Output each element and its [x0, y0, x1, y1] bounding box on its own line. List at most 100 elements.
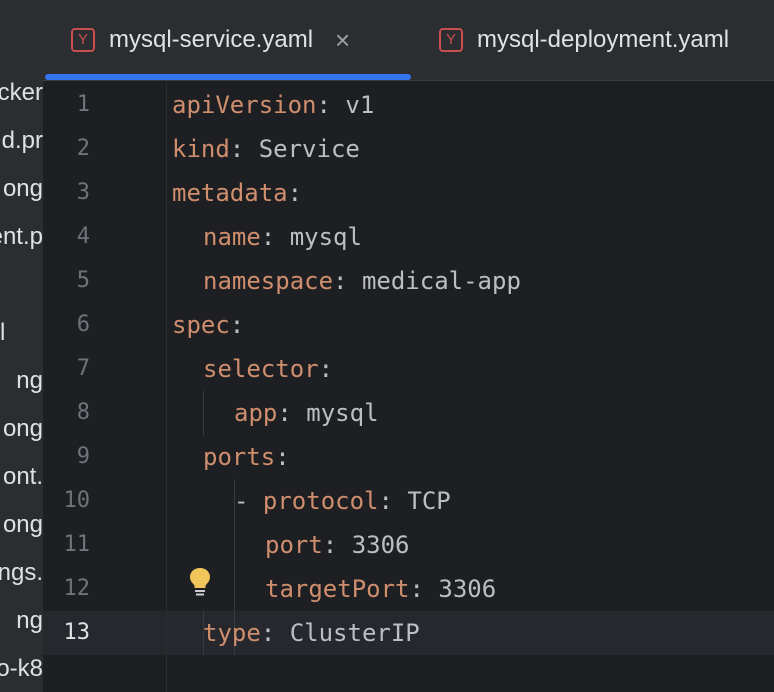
code-text: spec: — [172, 303, 244, 347]
code-line: 8 app: mysql — [43, 391, 774, 435]
sidebar-item[interactable]: ont. — [0, 462, 43, 492]
yaml-colon: : — [322, 531, 352, 559]
tab-mysql-service[interactable]: Y mysql-service.yaml × — [71, 0, 350, 80]
line-number: 10 — [63, 488, 91, 513]
sidebar-item[interactable]: d.pr — [0, 126, 43, 156]
sidebar-item[interactable]: o-k8 — [0, 654, 43, 684]
sidebar-item-label: d.pr — [1, 127, 43, 154]
line-number: 12 — [63, 576, 91, 601]
yaml-list-dash: - — [234, 487, 263, 515]
sidebar-item[interactable]: ngs. — [0, 558, 43, 588]
yaml-value: mysql — [289, 223, 362, 251]
line-number: 5 — [76, 268, 90, 293]
sidebar-item-label: l — [0, 319, 6, 346]
code-line: 11 port: 3306 — [43, 523, 774, 567]
code-text: app: mysql — [234, 391, 379, 435]
sidebar-item-label: ng — [16, 367, 43, 394]
yaml-value: medical-app — [361, 267, 521, 295]
tab-mysql-deployment[interactable]: Y mysql-deployment.yaml — [439, 0, 729, 80]
line-number: 9 — [76, 444, 90, 469]
code-text: namespace: medical-app — [203, 259, 521, 303]
yaml-value: ClusterIP — [289, 619, 420, 647]
code-line-current: 13 type: ClusterIP — [43, 611, 774, 655]
active-tab-indicator — [45, 74, 411, 80]
yaml-key: targetPort — [265, 575, 410, 603]
yaml-key: selector — [203, 355, 319, 383]
editor-tab-bar: Y mysql-service.yaml × Y mysql-deploymen… — [43, 0, 774, 81]
yaml-key: type — [203, 619, 261, 647]
yaml-colon: : — [260, 223, 290, 251]
sidebar-item[interactable]: ng — [0, 366, 43, 396]
yaml-colon: : — [229, 135, 259, 163]
yaml-key: namespace — [203, 267, 334, 295]
close-icon[interactable]: × — [335, 25, 350, 56]
code-text: apiVersion: v1 — [172, 83, 374, 127]
code-text: metadata: — [172, 171, 302, 215]
yaml-value: v1 — [345, 91, 375, 119]
line-number: 3 — [76, 180, 90, 205]
code-text: selector: — [203, 347, 333, 391]
yaml-colon: : — [378, 487, 408, 515]
code-line: 3 metadata: — [43, 171, 774, 215]
code-editor[interactable]: 1 apiVersion: v1 2 kind: Service 3 metad… — [43, 81, 774, 692]
line-number: 11 — [63, 532, 91, 557]
sidebar-item-label: ong — [2, 415, 43, 442]
lightbulb-icon[interactable] — [188, 567, 212, 597]
yaml-key: port — [265, 531, 323, 559]
sidebar-item-label: o-k8 — [0, 655, 43, 682]
line-number: 4 — [76, 224, 90, 249]
sidebar-item[interactable]: ong — [0, 510, 43, 540]
sidebar-item-label: ont. — [2, 463, 43, 490]
yaml-colon: : — [333, 267, 362, 295]
sidebar-item[interactable]: l — [0, 318, 43, 348]
tab-label: mysql-deployment.yaml — [477, 26, 730, 53]
sidebar-item-label: cker — [0, 79, 43, 106]
yaml-colon: : — [275, 443, 290, 471]
yaml-key: name — [203, 223, 261, 251]
code-text: ports: — [203, 435, 290, 479]
code-line: 9 ports: — [43, 435, 774, 479]
code-text: kind: Service — [172, 127, 360, 171]
code-line: 2 kind: Service — [43, 127, 774, 171]
code-line: 5 namespace: medical-app — [43, 259, 774, 303]
sidebar-item[interactable]: ong — [0, 414, 43, 444]
sidebar-item-label: ent.p — [0, 223, 43, 250]
yaml-value: mysql — [306, 399, 379, 427]
sidebar-item-label: ng — [16, 607, 43, 634]
sidebar-item[interactable]: cker — [0, 78, 43, 108]
yaml-value: 3306 — [351, 531, 410, 559]
yaml-key: metadata — [172, 179, 288, 207]
yaml-icon: Y — [71, 28, 95, 52]
yaml-key: app — [234, 399, 278, 427]
code-line: 7 selector: — [43, 347, 774, 391]
sidebar-item[interactable]: ng — [0, 606, 43, 636]
yaml-value: Service — [258, 135, 360, 163]
yaml-key: ports — [203, 443, 276, 471]
yaml-colon: : — [287, 179, 303, 207]
yaml-value: TCP — [407, 487, 451, 515]
code-text: - protocol: TCP — [234, 479, 451, 523]
code-text: type: ClusterIP — [203, 611, 420, 655]
code-text: targetPort: 3306 — [265, 567, 496, 611]
code-text: name: mysql — [203, 215, 362, 259]
code-line: 10 - protocol: TCP — [43, 479, 774, 523]
yaml-icon: Y — [439, 28, 463, 52]
yaml-colon: : — [260, 619, 290, 647]
project-sidebar: cker d.pr ong ent.p l ng ong ont. ong ng… — [0, 0, 43, 692]
code-text: port: 3306 — [265, 523, 410, 567]
sidebar-item[interactable]: ent.p — [0, 222, 43, 252]
sidebar-item-label: ong — [2, 511, 43, 538]
code-line: 4 name: mysql — [43, 215, 774, 259]
yaml-key: kind — [172, 135, 230, 163]
code-line: 12 targetPort: 3306 — [43, 567, 774, 611]
code-line: 1 apiVersion: v1 — [43, 83, 774, 127]
sidebar-item[interactable]: ong — [0, 174, 43, 204]
yaml-value: 3306 — [438, 575, 497, 603]
tab-label: mysql-service.yaml — [109, 26, 314, 53]
sidebar-item-label: ong — [2, 175, 43, 202]
yaml-colon: : — [409, 575, 439, 603]
yaml-colon: : — [277, 399, 307, 427]
sidebar-item-label: ngs. — [0, 559, 43, 586]
line-number: 1 — [76, 92, 90, 117]
yaml-colon: : — [318, 355, 334, 383]
